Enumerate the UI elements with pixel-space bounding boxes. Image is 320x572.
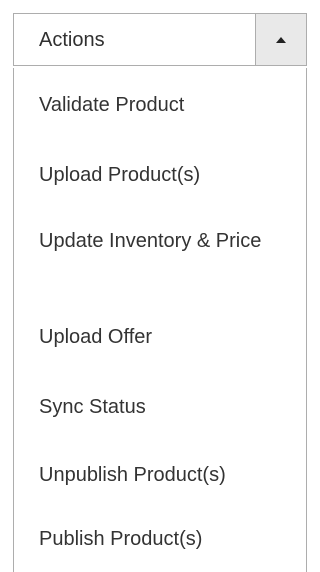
actions-dropdown-toggle[interactable]: Actions (13, 13, 307, 66)
actions-dropdown-menu: Validate Product Upload Product(s) Updat… (13, 68, 307, 572)
menu-item-validate-product[interactable]: Validate Product (39, 89, 296, 122)
actions-dropdown-label: Actions (39, 28, 105, 51)
menu-item-upload-offer[interactable]: Upload Offer (39, 321, 296, 354)
menu-item-unpublish-products[interactable]: Unpublish Product(s) (39, 459, 296, 492)
menu-item-update-inventory-price[interactable]: Update Inventory & Price (39, 225, 296, 258)
menu-item-upload-products[interactable]: Upload Product(s) (39, 159, 296, 192)
menu-item-sync-status[interactable]: Sync Status (39, 391, 296, 424)
caret-up-icon (276, 36, 286, 43)
dropdown-arrow-button[interactable] (255, 14, 306, 65)
menu-item-publish-products[interactable]: Publish Product(s) (39, 523, 296, 556)
